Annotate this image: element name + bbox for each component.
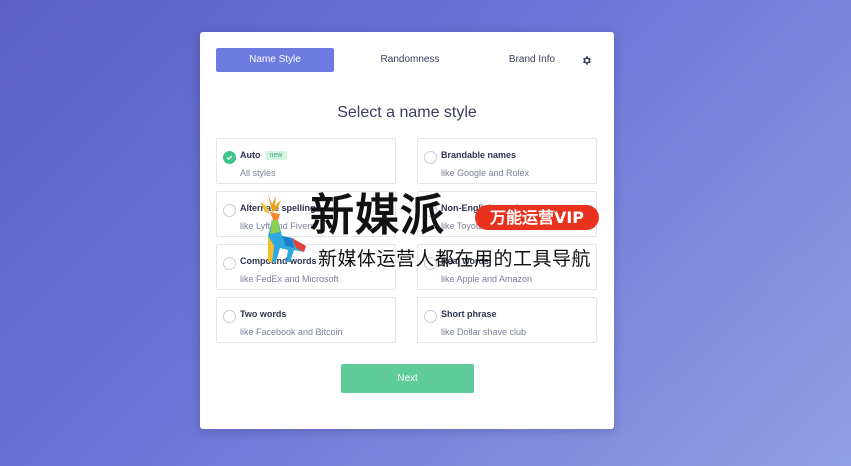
watermark-brand: 新媒派 [310, 190, 445, 241]
settings-button[interactable] [578, 52, 594, 68]
option-brandable-names[interactable]: Brandable names like Google and Rolex [417, 138, 597, 184]
tab-name-style[interactable]: Name Style [216, 48, 334, 72]
option-title: Short phrase [441, 309, 497, 319]
new-badge: new [264, 151, 288, 160]
option-title: Two words [240, 309, 287, 319]
tab-randomness[interactable]: Randomness [344, 48, 476, 72]
watermark-pill: 万能运营VIP [475, 205, 599, 230]
option-subtitle: like Facebook and Bitcoin [240, 327, 343, 337]
option-subtitle: like Apple and Amazon [441, 274, 533, 284]
option-subtitle: like FedEx and Microsoft [240, 274, 339, 284]
gear-icon [582, 55, 591, 65]
option-two-words[interactable]: Two words like Facebook and Bitcoin [216, 297, 396, 343]
radio-button[interactable] [223, 204, 236, 217]
radio-button[interactable] [223, 310, 236, 323]
deer-logo-icon [260, 194, 306, 262]
radio-button[interactable] [424, 310, 437, 323]
tab-brand-info[interactable]: Brand Info [476, 48, 588, 72]
option-subtitle: like Google and Rolex [441, 168, 530, 178]
option-subtitle: like Dollar shave club [441, 327, 527, 337]
option-title: Auto new [240, 150, 288, 160]
option-short-phrase[interactable]: Short phrase like Dollar shave club [417, 297, 597, 343]
check-circle-icon [223, 151, 236, 164]
page-title: Select a name style [337, 104, 477, 121]
next-button[interactable]: Next [341, 364, 474, 393]
option-title: Brandable names [441, 150, 517, 160]
option-auto[interactable]: Auto new All styles [216, 138, 396, 184]
radio-button[interactable] [424, 151, 437, 164]
radio-button[interactable] [223, 257, 236, 270]
watermark-tagline: 新媒体运营人都在用的工具导航 [318, 248, 592, 270]
tab-bar: Name Style Randomness Brand Info [216, 48, 598, 72]
option-subtitle: All styles [240, 168, 276, 178]
